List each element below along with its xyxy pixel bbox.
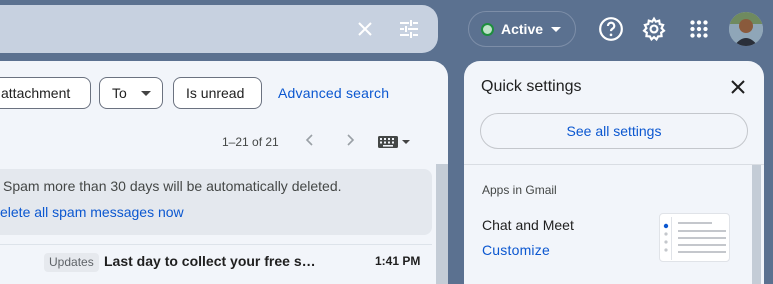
close-icon[interactable] [353, 17, 377, 41]
help-icon[interactable] [598, 16, 624, 42]
chat-meet-label: Chat and Meet [482, 217, 574, 233]
spam-notice-text: Spam more than 30 days will be automatic… [3, 178, 342, 194]
layout-preview-icon [663, 217, 726, 260]
status-button[interactable]: Active [468, 11, 576, 47]
quick-settings-title: Quick settings [481, 78, 582, 95]
scrollbar[interactable] [436, 164, 448, 284]
chevron-down-icon [140, 90, 151, 96]
table-row[interactable]: Updates Last day to collect your free s…… [0, 244, 432, 284]
close-icon[interactable] [730, 79, 746, 95]
status-dot-icon [481, 22, 494, 36]
pagination-range: 1–21 of 21 [222, 135, 279, 149]
keyboard-icon[interactable] [377, 135, 399, 149]
tune-icon[interactable] [397, 17, 421, 41]
customize-link[interactable]: Customize [482, 242, 550, 258]
mail-list-panel: attachment To Is unread Advanced search … [0, 61, 448, 284]
filter-chip-to[interactable]: To [99, 77, 163, 109]
divider [464, 164, 764, 165]
chevron-down-icon [551, 26, 562, 32]
chip-label: attachment [1, 85, 71, 101]
quick-settings-panel: Quick settings See all settings Apps in … [464, 61, 764, 284]
search-bar[interactable] [0, 5, 438, 53]
category-badge: Updates [44, 253, 99, 272]
delete-spam-link[interactable]: elete all spam messages now [0, 204, 184, 220]
chevron-right-icon[interactable] [343, 133, 357, 147]
filter-chip-unread[interactable]: Is unread [173, 77, 262, 109]
apps-in-gmail-heading: Apps in Gmail [482, 183, 557, 197]
avatar[interactable] [729, 12, 763, 46]
avatar-photo-icon [729, 12, 763, 46]
chip-label: To [112, 85, 127, 101]
status-label: Active [501, 21, 544, 37]
filter-chip-attachment[interactable]: attachment [0, 77, 91, 109]
chevron-down-icon[interactable] [402, 140, 410, 144]
chevron-left-icon[interactable] [303, 133, 317, 147]
scrollbar[interactable] [752, 165, 761, 284]
see-all-settings-button[interactable]: See all settings [480, 113, 748, 149]
advanced-search-link[interactable]: Advanced search [278, 85, 389, 101]
chip-label: Is unread [186, 85, 245, 101]
see-all-settings-label: See all settings [566, 123, 662, 139]
message-time: 1:41 PM [375, 254, 421, 268]
spam-notice-banner: Spam more than 30 days will be automatic… [0, 169, 432, 235]
apps-grid-icon[interactable] [686, 16, 712, 42]
chat-meet-preview [659, 213, 730, 262]
message-subject: Last day to collect your free s… [104, 253, 316, 269]
gear-icon[interactable] [641, 16, 667, 42]
